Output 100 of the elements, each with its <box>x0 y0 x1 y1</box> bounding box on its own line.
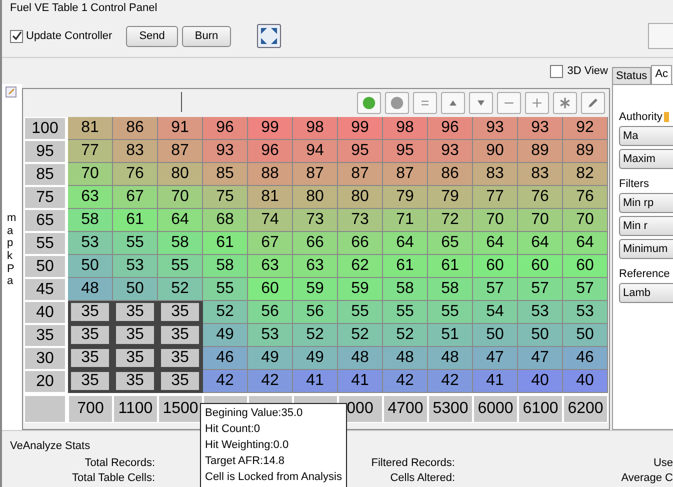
update-controller-checkbox[interactable] <box>10 30 23 42</box>
side-button[interactable]: Minimum <box>619 239 673 259</box>
table-cell[interactable]: 56 <box>248 301 293 324</box>
table-cell[interactable]: 55 <box>113 232 158 255</box>
side-button[interactable]: Min r <box>619 216 673 236</box>
side-button[interactable]: Maxim <box>619 149 673 169</box>
locked-cell[interactable]: 35 <box>71 372 109 390</box>
table-cell[interactable]: 77 <box>68 140 113 163</box>
locked-cell[interactable]: 35 <box>161 349 199 367</box>
table-cell[interactable]: 47 <box>473 347 518 370</box>
table-cell[interactable]: 52 <box>383 324 428 347</box>
equals-icon[interactable] <box>413 92 437 114</box>
table-cell[interactable]: 59 <box>293 278 338 301</box>
locked-cell[interactable]: 35 <box>116 349 154 367</box>
table-cell[interactable]: 57 <box>518 278 563 301</box>
locked-cell[interactable]: 35 <box>71 303 109 321</box>
table-cell[interactable]: 47 <box>518 347 563 370</box>
table-cell[interactable]: 64 <box>158 209 203 232</box>
locked-cell[interactable]: 35 <box>71 349 109 367</box>
table-cell[interactable]: 42 <box>383 370 428 393</box>
table-cell[interactable]: 96 <box>203 117 248 140</box>
table-cell[interactable]: 46 <box>563 347 608 370</box>
table-cell[interactable]: 50 <box>68 255 113 278</box>
table-cell[interactable]: 63 <box>68 186 113 209</box>
table-cell[interactable]: 54 <box>473 301 518 324</box>
plus-icon[interactable] <box>525 92 549 114</box>
table-cell[interactable]: 48 <box>383 347 428 370</box>
table-cell[interactable]: 80 <box>293 186 338 209</box>
tab[interactable]: Status <box>612 67 652 84</box>
table-cell[interactable]: 66 <box>338 232 383 255</box>
table-cell[interactable]: 66 <box>293 232 338 255</box>
table-cell[interactable]: 41 <box>293 370 338 393</box>
table-cell[interactable]: 64 <box>563 232 608 255</box>
table-cell[interactable]: 82 <box>563 163 608 186</box>
table-cell[interactable]: 53 <box>563 301 608 324</box>
tab[interactable]: Ac <box>651 65 672 84</box>
table-cell[interactable]: 42 <box>203 370 248 393</box>
table-cell[interactable]: 85 <box>203 163 248 186</box>
table-cell[interactable]: 93 <box>203 140 248 163</box>
table-cell[interactable]: 42 <box>248 370 293 393</box>
table-cell[interactable]: 90 <box>473 140 518 163</box>
locked-cell[interactable]: 35 <box>116 372 154 390</box>
locked-cell[interactable]: 35 <box>116 303 154 321</box>
table-cell[interactable]: 61 <box>113 209 158 232</box>
table-cell[interactable]: 49 <box>248 347 293 370</box>
table-cell[interactable]: 58 <box>383 278 428 301</box>
table-cell[interactable]: 89 <box>563 140 608 163</box>
table-cell[interactable]: 53 <box>248 324 293 347</box>
table-cell[interactable]: 59 <box>338 278 383 301</box>
table-cell[interactable]: 61 <box>383 255 428 278</box>
table-cell[interactable]: 70 <box>518 209 563 232</box>
table-cell[interactable]: 99 <box>338 117 383 140</box>
locked-cell[interactable]: 35 <box>161 326 199 344</box>
minus-icon[interactable] <box>497 92 521 114</box>
table-cell[interactable]: 42 <box>428 370 473 393</box>
table-cell[interactable]: 60 <box>473 255 518 278</box>
table-cell[interactable]: 61 <box>428 255 473 278</box>
action-button[interactable]: Burn <box>182 26 232 46</box>
table-cell[interactable]: 89 <box>518 140 563 163</box>
table-cell[interactable]: 48 <box>68 278 113 301</box>
table-cell[interactable]: 57 <box>473 278 518 301</box>
table-cell[interactable]: 58 <box>158 232 203 255</box>
field-box[interactable] <box>648 23 673 49</box>
table-cell[interactable]: 50 <box>518 324 563 347</box>
table-cell[interactable]: 93 <box>428 140 473 163</box>
table-cell[interactable]: 87 <box>383 163 428 186</box>
table-cell[interactable]: 40 <box>563 370 608 393</box>
table-cell[interactable]: 99 <box>248 117 293 140</box>
table-cell[interactable]: 87 <box>338 163 383 186</box>
action-button[interactable]: Send <box>126 26 178 46</box>
table-cell[interactable]: 64 <box>473 232 518 255</box>
side-button[interactable]: Lamb <box>619 283 673 303</box>
fullscreen-icon[interactable] <box>257 24 282 48</box>
locked-cell[interactable]: 35 <box>71 326 109 344</box>
table-cell[interactable]: 41 <box>338 370 383 393</box>
table-cell[interactable]: 76 <box>113 163 158 186</box>
table-cell[interactable]: 41 <box>473 370 518 393</box>
table-cell[interactable]: 52 <box>338 324 383 347</box>
table-cell[interactable]: 72 <box>428 209 473 232</box>
table-cell[interactable]: 68 <box>203 209 248 232</box>
side-button[interactable]: Min rp <box>619 193 673 213</box>
table-cell[interactable]: 95 <box>383 140 428 163</box>
table-cell[interactable]: 74 <box>248 209 293 232</box>
side-button[interactable]: Ma <box>619 126 673 146</box>
table-cell[interactable]: 65 <box>428 232 473 255</box>
table-cell[interactable]: 62 <box>338 255 383 278</box>
table-cell[interactable]: 55 <box>383 301 428 324</box>
notepad-icon[interactable] <box>5 86 17 98</box>
locked-cell[interactable]: 35 <box>161 303 199 321</box>
table-cell[interactable]: 98 <box>293 117 338 140</box>
table-cell[interactable]: 86 <box>113 117 158 140</box>
table-cell[interactable]: 70 <box>473 209 518 232</box>
table-cell[interactable]: 58 <box>203 255 248 278</box>
table-cell[interactable]: 55 <box>338 301 383 324</box>
table-cell[interactable]: 60 <box>518 255 563 278</box>
table-cell[interactable]: 49 <box>293 347 338 370</box>
table-cell[interactable]: 55 <box>203 278 248 301</box>
3d-view-checkbox[interactable] <box>550 64 564 78</box>
table-cell[interactable]: 64 <box>383 232 428 255</box>
table-cell[interactable]: 58 <box>68 209 113 232</box>
